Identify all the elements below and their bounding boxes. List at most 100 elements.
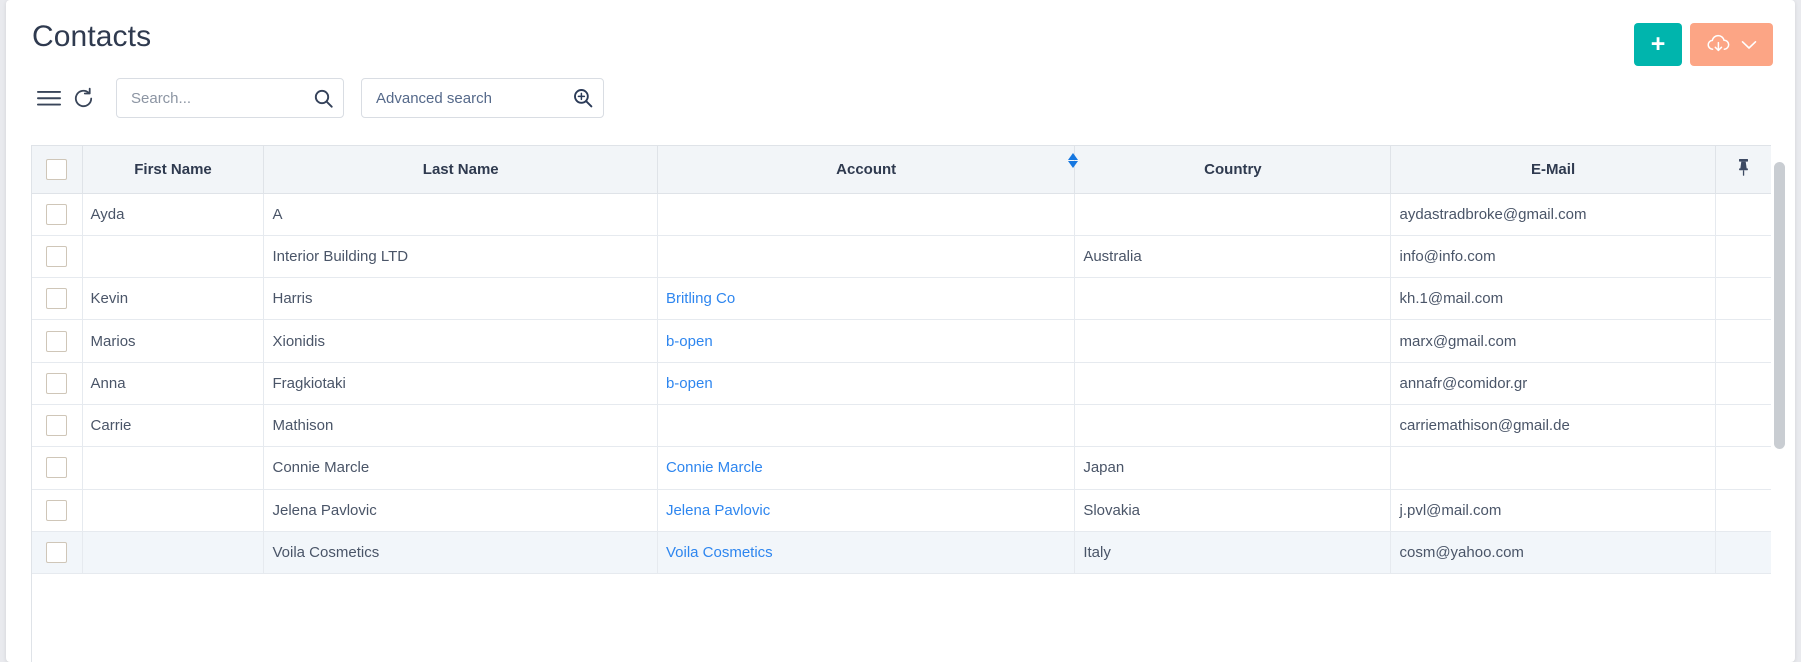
sort-ascending-icon[interactable] bbox=[1068, 152, 1079, 160]
row-checkbox[interactable] bbox=[46, 542, 68, 564]
sort-descending-icon[interactable] bbox=[1068, 160, 1079, 168]
row-pin-cell bbox=[1715, 531, 1771, 575]
table-row[interactable]: Jelena Pavlovic Jelena Pavlovic Slovakia j.… bbox=[32, 489, 1771, 532]
row-checkbox[interactable] bbox=[46, 288, 68, 310]
row-select-cell bbox=[32, 193, 83, 236]
cell-account[interactable]: Connie Marcle bbox=[657, 446, 1076, 490]
row-pin-cell bbox=[1715, 362, 1771, 405]
cell-email bbox=[1390, 446, 1716, 490]
table-row[interactable]: Interior Building LTD Australia info@info.… bbox=[32, 235, 1771, 279]
cell-first-name bbox=[82, 489, 265, 532]
cell-first-name: Kevin bbox=[82, 277, 265, 321]
row-checkbox[interactable] bbox=[46, 203, 68, 225]
advanced-search-icon[interactable] bbox=[573, 79, 593, 117]
cell-email: info@info.com bbox=[1390, 235, 1716, 279]
row-pin-cell bbox=[1715, 404, 1771, 448]
cell-email: kh.1@mail.com bbox=[1390, 277, 1716, 321]
advanced-search-input[interactable] bbox=[362, 79, 603, 117]
column-header-first-name[interactable]: First Name bbox=[82, 146, 265, 194]
cell-account[interactable]: Jelena Pavlovic bbox=[657, 489, 1076, 532]
select-all-checkbox[interactable] bbox=[46, 158, 68, 180]
row-pin-cell bbox=[1715, 193, 1771, 236]
cell-last-name: Interior Building LTD bbox=[263, 235, 658, 279]
table-row[interactable]: Connie Marcle Connie Marcle Japan bbox=[32, 446, 1771, 490]
cell-country: Italy bbox=[1074, 531, 1392, 575]
table-row[interactable]: Carrie Mathison carriemathison@gmail.de bbox=[32, 404, 1771, 448]
cell-account[interactable]: Voila Cosmetics bbox=[657, 531, 1076, 575]
table-row[interactable]: Kevin Harris Britling Co kh.1@mail.com bbox=[32, 277, 1771, 321]
cell-last-name: Connie Marcle bbox=[263, 446, 658, 490]
hamburger-menu-icon[interactable] bbox=[32, 79, 66, 117]
cell-last-name: A bbox=[263, 193, 658, 236]
cell-email: cosm@yahoo.com bbox=[1390, 531, 1716, 575]
search-icon[interactable] bbox=[314, 79, 333, 117]
cell-country: Australia bbox=[1074, 235, 1392, 279]
cell-account[interactable]: Britling Co bbox=[657, 277, 1076, 321]
header-actions: + bbox=[1634, 23, 1773, 66]
cell-last-name: Voila Cosmetics bbox=[263, 531, 658, 575]
column-header-last-name[interactable]: Last Name bbox=[263, 146, 658, 194]
export-button[interactable] bbox=[1690, 23, 1773, 66]
account-link[interactable]: Britling Co bbox=[666, 290, 735, 307]
contacts-page: Contacts + Search... Advanced search Fir… bbox=[6, 0, 1795, 662]
cell-country bbox=[1074, 193, 1392, 236]
cell-last-name: Jelena Pavlovic bbox=[263, 489, 658, 532]
account-link[interactable]: b-open bbox=[666, 333, 713, 350]
cell-account bbox=[657, 193, 1076, 236]
cell-account[interactable]: b-open bbox=[657, 362, 1076, 405]
account-link[interactable]: b-open bbox=[666, 375, 713, 392]
row-checkbox[interactable] bbox=[46, 372, 68, 394]
cell-last-name: Xionidis bbox=[263, 319, 658, 363]
cell-email: carriemathison@gmail.de bbox=[1390, 404, 1716, 448]
cell-country bbox=[1074, 362, 1392, 405]
column-header-select-all bbox=[32, 146, 83, 194]
refresh-icon[interactable] bbox=[66, 79, 100, 117]
row-select-cell bbox=[32, 446, 83, 490]
cell-email: marx@gmail.com bbox=[1390, 319, 1716, 363]
row-checkbox[interactable] bbox=[46, 415, 68, 437]
cell-last-name: Fragkiotaki bbox=[263, 362, 658, 405]
cell-email: j.pvl@mail.com bbox=[1390, 489, 1716, 532]
search-box[interactable] bbox=[116, 78, 344, 118]
row-checkbox[interactable] bbox=[46, 499, 68, 521]
row-pin-cell bbox=[1715, 489, 1771, 532]
column-header-email[interactable]: E-Mail bbox=[1390, 146, 1716, 194]
cell-account bbox=[657, 235, 1076, 279]
table-row[interactable]: Anna Fragkiotaki b-open annafr@comidor.gr bbox=[32, 362, 1771, 405]
account-link[interactable]: Jelena Pavlovic bbox=[666, 502, 770, 519]
search-input[interactable] bbox=[117, 79, 343, 117]
row-select-cell bbox=[32, 489, 83, 532]
cell-last-name: Mathison bbox=[263, 404, 658, 448]
page-title: Contacts bbox=[32, 20, 152, 53]
row-checkbox[interactable] bbox=[46, 245, 68, 267]
row-select-cell bbox=[32, 319, 83, 363]
cell-account[interactable]: b-open bbox=[657, 319, 1076, 363]
row-pin-cell bbox=[1715, 235, 1771, 279]
vertical-scrollbar-track[interactable] bbox=[1774, 148, 1785, 662]
column-header-account[interactable]: Account bbox=[657, 146, 1079, 194]
column-header-country[interactable]: Country bbox=[1074, 146, 1392, 194]
contacts-table-container: First Name Last Name Account Country E-M… bbox=[31, 145, 1771, 662]
cell-first-name bbox=[82, 446, 265, 490]
cell-first-name: Carrie bbox=[82, 404, 265, 448]
table-body: Ayda Aaydastradbroke@gmail.com Interior Bu… bbox=[32, 193, 1771, 575]
cell-country: Japan bbox=[1074, 446, 1392, 490]
vertical-scrollbar-thumb[interactable] bbox=[1774, 162, 1785, 449]
row-select-cell bbox=[32, 404, 83, 448]
account-link[interactable]: Voila Cosmetics bbox=[666, 544, 773, 561]
row-checkbox[interactable] bbox=[46, 330, 68, 352]
chevron-down-icon bbox=[1741, 40, 1757, 50]
pin-icon[interactable] bbox=[1736, 158, 1751, 181]
row-select-cell bbox=[32, 362, 83, 405]
sort-indicator-account[interactable] bbox=[1066, 149, 1080, 171]
table-header: First Name Last Name Account Country E-M… bbox=[32, 146, 1771, 194]
add-contact-button[interactable]: + bbox=[1634, 23, 1682, 66]
account-link[interactable]: Connie Marcle bbox=[666, 459, 763, 476]
table-row[interactable]: Marios Xionidis b-open marx@gmail.com bbox=[32, 319, 1771, 363]
column-header-account-label: Account bbox=[836, 160, 897, 178]
cloud-download-icon bbox=[1706, 33, 1731, 56]
table-row[interactable]: Ayda Aaydastradbroke@gmail.com bbox=[32, 193, 1771, 236]
row-checkbox[interactable] bbox=[46, 457, 68, 479]
advanced-search-box[interactable] bbox=[361, 78, 604, 118]
table-row[interactable]: Voila Cosmetics Voila Cosmetics Italy cosm@… bbox=[32, 531, 1771, 575]
